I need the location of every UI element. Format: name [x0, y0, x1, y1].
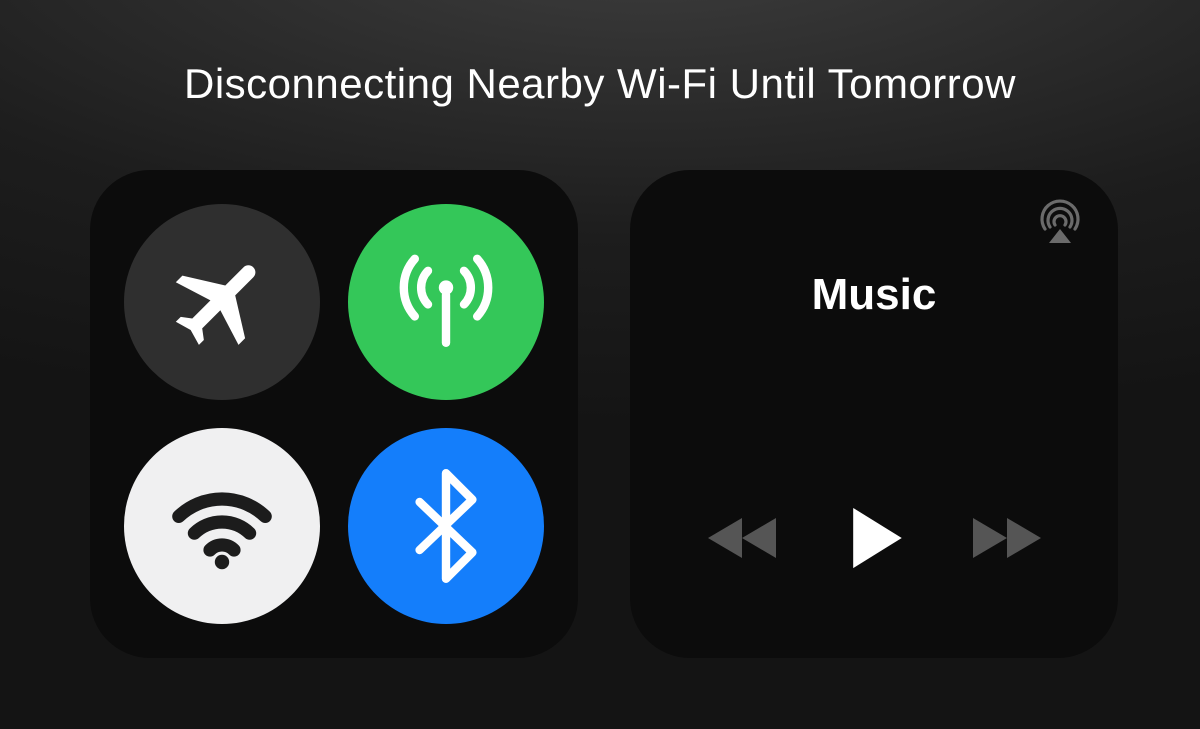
- bluetooth-icon: [396, 466, 496, 586]
- transport-controls: [630, 500, 1118, 580]
- airplay-button[interactable]: [1032, 198, 1088, 254]
- status-banner: Disconnecting Nearby Wi-Fi Until Tomorro…: [0, 60, 1200, 108]
- rewind-icon: [706, 512, 784, 569]
- wifi-button[interactable]: [124, 428, 320, 624]
- now-playing-title: Music: [630, 270, 1118, 320]
- airplane-mode-button[interactable]: [124, 204, 320, 400]
- now-playing-card[interactable]: Music: [630, 170, 1118, 658]
- bluetooth-button[interactable]: [348, 428, 544, 624]
- connectivity-card[interactable]: [90, 170, 578, 658]
- play-button[interactable]: [829, 500, 919, 580]
- wifi-icon: [162, 466, 282, 586]
- play-icon: [837, 501, 911, 580]
- cellular-data-button[interactable]: [348, 204, 544, 400]
- cellular-antenna-icon: [386, 242, 506, 362]
- airplane-icon: [166, 246, 278, 358]
- previous-track-button[interactable]: [700, 500, 790, 580]
- airplay-icon: [1035, 199, 1085, 254]
- next-track-button[interactable]: [959, 500, 1049, 580]
- fast-forward-icon: [965, 512, 1043, 569]
- control-center-row: Music: [90, 170, 1118, 658]
